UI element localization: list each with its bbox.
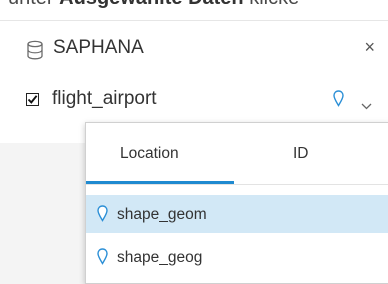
dataset-row: flight_airport bbox=[0, 88, 388, 114]
active-tab-indicator bbox=[86, 181, 234, 184]
dataset-name: flight_airport bbox=[52, 88, 157, 109]
dataset-checkbox[interactable] bbox=[26, 93, 39, 106]
location-pin-icon bbox=[97, 205, 108, 227]
data-source-row: SAPHANA × bbox=[0, 36, 388, 62]
location-pin-icon[interactable] bbox=[333, 90, 344, 112]
tab-id[interactable]: ID bbox=[293, 145, 309, 163]
field-option-shape-geom[interactable]: shape_geom bbox=[86, 195, 388, 233]
caret-down-icon[interactable] bbox=[361, 97, 372, 115]
close-icon[interactable]: × bbox=[364, 37, 375, 58]
instruction-bold: Ausgewählte Daten bbox=[59, 0, 243, 9]
location-pin-icon bbox=[97, 248, 108, 270]
instruction-prefix: unter bbox=[8, 0, 59, 9]
field-option-label: shape_geog bbox=[117, 249, 203, 266]
database-icon bbox=[26, 40, 44, 60]
data-source-name: SAPHANA bbox=[53, 37, 144, 58]
cropped-instruction-text: unter Ausgewählte Daten klicke bbox=[0, 0, 388, 20]
tab-location[interactable]: Location bbox=[120, 145, 179, 163]
field-type-popup: Location ID shape_geom shape_geog bbox=[85, 122, 388, 284]
instruction-suffix: klicke bbox=[244, 0, 299, 9]
popup-tabs: Location ID bbox=[86, 123, 388, 185]
field-option-shape-geog[interactable]: shape_geog bbox=[86, 238, 388, 276]
field-option-label: shape_geom bbox=[117, 206, 207, 223]
